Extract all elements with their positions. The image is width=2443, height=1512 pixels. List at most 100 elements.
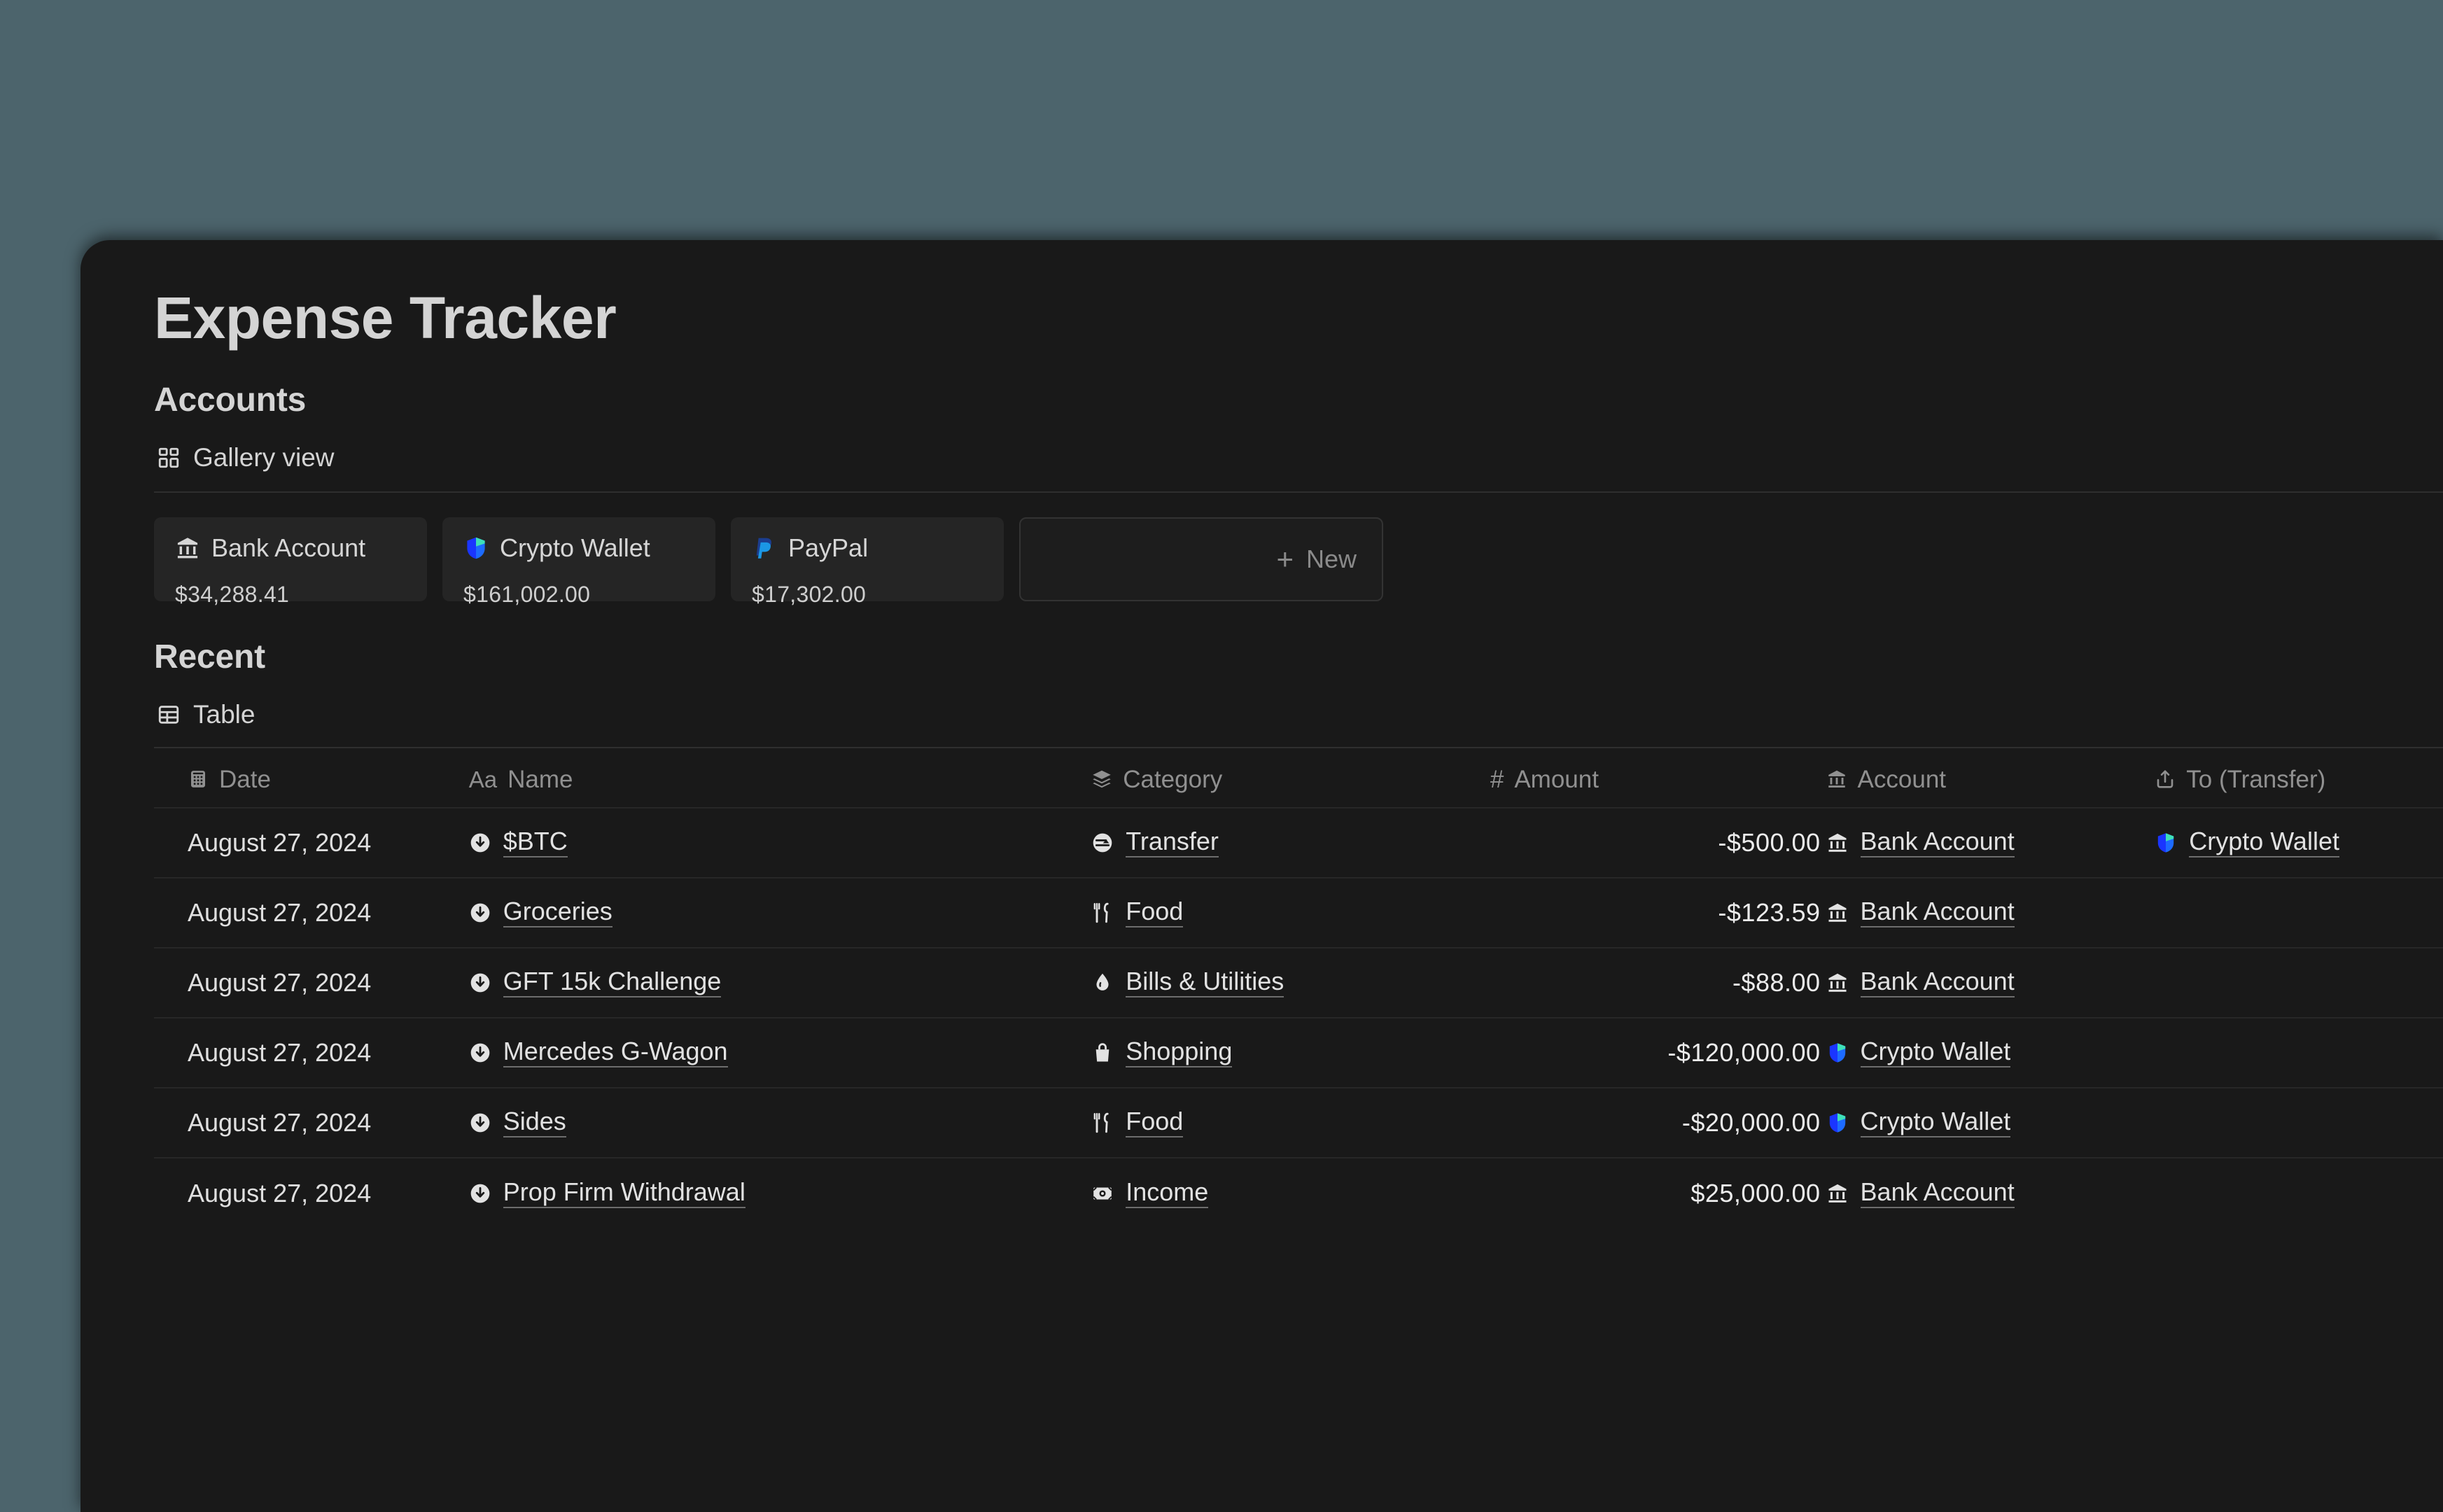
cell-amount-text: -$120,000.00 — [1667, 1038, 1821, 1068]
layers-icon — [1091, 769, 1112, 790]
column-header-amount[interactable]: # Amount — [1490, 767, 1826, 792]
cell-date: August 27, 2024 — [154, 1040, 469, 1065]
column-header-label: Account — [1857, 765, 1947, 793]
shopping-bag-icon — [1091, 1042, 1114, 1064]
cell-date: August 27, 2024 — [154, 1181, 469, 1206]
cell-account[interactable]: Bank Account — [1826, 828, 2155, 858]
table-view-icon — [157, 703, 181, 727]
cell-account-text: Bank Account — [1860, 968, 2015, 997]
cell-amount-text: $25,000.00 — [1690, 1179, 1821, 1208]
account-card-title: PayPal — [752, 536, 983, 561]
cell-category[interactable]: Shopping — [1091, 1038, 1490, 1068]
column-header-label: Amount — [1514, 765, 1599, 793]
cell-account[interactable]: Crypto Wallet — [1826, 1108, 2155, 1138]
cell-amount-text: -$123.59 — [1718, 898, 1821, 927]
page-title: Expense Tracker — [154, 285, 617, 351]
new-account-label: New — [1306, 545, 1357, 574]
cell-category-text: Food — [1126, 898, 1184, 927]
cell-category[interactable]: Income — [1091, 1179, 1490, 1208]
accounts-gallery: Bank Account $34,288.41 Crypto Wallet $1… — [154, 517, 2443, 607]
table-row[interactable]: August 27, 2024 GFT 15k Challenge Bills … — [154, 948, 2443, 1019]
hash-icon: # — [1490, 765, 1504, 793]
cell-account-text: Bank Account — [1860, 1179, 2015, 1208]
app-window: Expense Tracker Accounts Gallery view Ba… — [80, 240, 2443, 1512]
cell-date: August 27, 2024 — [154, 900, 469, 925]
shield-icon — [2155, 832, 2177, 854]
bank-icon — [1826, 1182, 1849, 1205]
column-header-label: Name — [507, 765, 573, 793]
account-card-crypto-wallet[interactable]: Crypto Wallet $161,002.00 — [442, 517, 715, 607]
arrow-down-circle-icon — [469, 832, 491, 854]
cell-account-text: Crypto Wallet — [1860, 1108, 2011, 1138]
cell-category[interactable]: Bills & Utilities — [1091, 968, 1490, 997]
cell-name[interactable]: Prop Firm Withdrawal — [469, 1179, 1091, 1208]
column-header-date[interactable]: Date — [154, 767, 469, 792]
table-row[interactable]: August 27, 2024 Sides Food -$20,000.00 C… — [154, 1088, 2443, 1159]
column-header-category[interactable]: Category — [1091, 767, 1490, 792]
desktop-background: Expense Tracker Accounts Gallery view Ba… — [0, 0, 2443, 1512]
cell-name[interactable]: Sides — [469, 1108, 1091, 1138]
plus-icon: + — [1276, 542, 1294, 576]
table-row[interactable]: August 27, 2024 Mercedes G-Wagon Shoppin… — [154, 1018, 2443, 1089]
column-header-account[interactable]: Account — [1826, 767, 2155, 792]
recent-heading: Recent — [154, 638, 265, 676]
cell-date: August 27, 2024 — [154, 830, 469, 855]
droplet-icon — [1091, 972, 1114, 994]
transfer-icon — [1091, 832, 1114, 854]
cell-name-text: Groceries — [503, 898, 612, 927]
table-view-tab[interactable]: Table — [154, 697, 258, 732]
cell-account[interactable]: Bank Account — [1826, 968, 2155, 997]
table-row[interactable]: August 27, 2024 Prop Firm Withdrawal Inc… — [154, 1158, 2443, 1228]
table-header-row: Date Aa Name Category # Amount Account T… — [154, 751, 2443, 809]
cell-date-text: August 27, 2024 — [188, 1108, 372, 1138]
bank-icon — [1826, 902, 1849, 924]
cell-amount: -$120,000.00 — [1490, 1040, 1826, 1065]
cell-name[interactable]: Mercedes G-Wagon — [469, 1038, 1091, 1068]
new-account-card-button[interactable]: + New — [1019, 517, 1383, 602]
table-row[interactable]: August 27, 2024 Groceries Food -$123.59 … — [154, 878, 2443, 949]
banknote-icon — [1091, 1182, 1114, 1205]
cell-date-text: August 27, 2024 — [188, 968, 372, 997]
calendar-icon — [188, 769, 209, 790]
cell-name-text: Mercedes G-Wagon — [503, 1038, 728, 1068]
arrow-down-circle-icon — [469, 1042, 491, 1064]
column-header-label: Category — [1123, 765, 1223, 793]
cell-account[interactable]: Bank Account — [1826, 898, 2155, 927]
cell-account[interactable]: Crypto Wallet — [1826, 1038, 2155, 1068]
account-card-paypal[interactable]: PayPal $17,302.00 — [731, 517, 1004, 607]
account-card-bank-account[interactable]: Bank Account $34,288.41 — [154, 517, 427, 607]
cell-name[interactable]: GFT 15k Challenge — [469, 968, 1091, 997]
account-card-value: $34,288.41 — [175, 582, 290, 608]
cell-to-transfer[interactable]: Crypto Wallet — [2155, 828, 2443, 858]
cell-name[interactable]: Groceries — [469, 898, 1091, 927]
cell-category[interactable]: Food — [1091, 898, 1490, 927]
shield-icon — [1826, 1042, 1849, 1064]
shield-icon — [463, 536, 489, 561]
cell-account[interactable]: Bank Account — [1826, 1179, 2155, 1208]
cell-name[interactable]: $BTC — [469, 828, 1091, 858]
table-row[interactable]: August 27, 2024 $BTC Transfer -$500.00 B… — [154, 808, 2443, 879]
cell-amount: -$20,000.00 — [1490, 1110, 1826, 1135]
cell-amount: $25,000.00 — [1490, 1181, 1826, 1206]
cell-date-text: August 27, 2024 — [188, 1038, 372, 1068]
fork-knife-icon — [1091, 1112, 1114, 1134]
gallery-view-label: Gallery view — [193, 443, 335, 472]
paypal-icon — [752, 536, 777, 561]
cell-category[interactable]: Transfer — [1091, 828, 1490, 858]
gallery-view-icon — [157, 446, 181, 470]
account-card-name: Crypto Wallet — [500, 533, 650, 563]
table-view-label: Table — [193, 700, 255, 729]
cell-amount: -$88.00 — [1490, 970, 1826, 995]
account-card-value: $17,302.00 — [752, 582, 867, 608]
cell-category-text: Bills & Utilities — [1126, 968, 1284, 997]
arrow-down-circle-icon — [469, 972, 491, 994]
gallery-view-tab[interactable]: Gallery view — [154, 440, 337, 475]
bank-icon — [1826, 832, 1849, 854]
column-header-to-transfer[interactable]: To (Transfer) — [2155, 767, 2443, 792]
shield-icon — [1826, 1112, 1849, 1134]
column-header-name[interactable]: Aa Name — [469, 767, 1091, 792]
cell-amount-text: -$500.00 — [1718, 828, 1821, 858]
cell-account-text: Bank Account — [1860, 898, 2015, 927]
arrow-down-circle-icon — [469, 1182, 491, 1205]
cell-category[interactable]: Food — [1091, 1108, 1490, 1138]
